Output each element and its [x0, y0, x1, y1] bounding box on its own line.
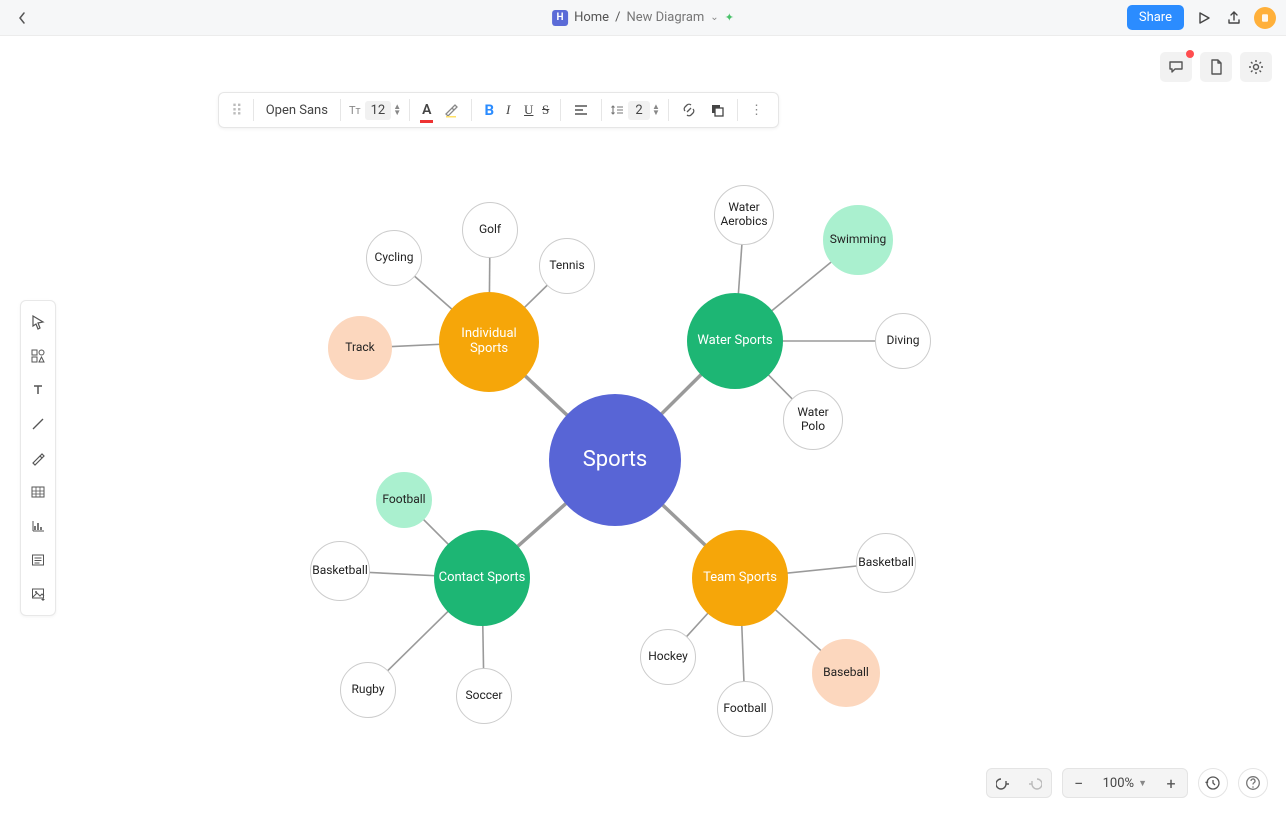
mindmap-node[interactable]: Contact Sports — [434, 530, 530, 626]
zoom-group: − 100%▼ + — [1062, 768, 1188, 798]
user-avatar[interactable] — [1254, 7, 1276, 29]
mindmap-node[interactable]: Hockey — [640, 629, 696, 685]
mindmap-node[interactable]: Tennis — [539, 238, 595, 294]
undo-button[interactable] — [987, 769, 1019, 797]
sync-status-icon: ✦ — [725, 11, 734, 24]
mindmap-node[interactable]: Rugby — [340, 662, 396, 718]
zoom-level[interactable]: 100%▼ — [1095, 776, 1155, 791]
mindmap-node[interactable]: Baseball — [812, 639, 880, 707]
app-badge: H — [552, 10, 568, 26]
mindmap-node[interactable]: Individual Sports — [439, 292, 539, 392]
zoom-in-button[interactable]: + — [1155, 769, 1187, 797]
mindmap-node[interactable]: Cycling — [366, 230, 422, 286]
back-button[interactable] — [10, 6, 34, 30]
mindmap-node[interactable]: Water Polo — [783, 390, 843, 450]
export-icon[interactable] — [1224, 8, 1244, 28]
breadcrumb: H Home / New Diagram ⌄ ✦ — [552, 10, 734, 26]
mindmap-node[interactable]: Basketball — [856, 533, 916, 593]
mindmap-node[interactable]: Track — [328, 316, 392, 380]
mindmap-node[interactable]: Golf — [462, 202, 518, 258]
history-button[interactable] — [1198, 768, 1228, 798]
breadcrumb-separator: / — [615, 10, 620, 25]
help-button[interactable] — [1238, 768, 1268, 798]
mindmap-node[interactable]: Sports — [549, 394, 681, 526]
undo-redo-group — [986, 768, 1052, 798]
top-bar: H Home / New Diagram ⌄ ✦ Share — [0, 0, 1286, 36]
mindmap-node[interactable]: Basketball — [310, 541, 370, 601]
mindmap-node[interactable]: Swimming — [823, 205, 893, 275]
mindmap-node[interactable]: Diving — [875, 313, 931, 369]
zoom-out-button[interactable]: − — [1063, 769, 1095, 797]
canvas[interactable]: Golf Cycling Tennis Track Water Aerobics Swim… — [0, 36, 1286, 816]
mindmap-node[interactable]: Football — [376, 472, 432, 528]
mindmap-node[interactable]: Water Aerobics — [714, 185, 774, 245]
mindmap-node[interactable]: Football — [717, 681, 773, 737]
redo-button[interactable] — [1019, 769, 1051, 797]
home-link[interactable]: Home — [574, 10, 609, 25]
share-button[interactable]: Share — [1127, 5, 1184, 30]
mindmap-node[interactable]: Soccer — [456, 668, 512, 724]
mindmap-node[interactable]: Water Sports — [687, 293, 783, 389]
footer-controls: − 100%▼ + — [986, 768, 1268, 798]
chevron-down-icon[interactable]: ⌄ — [710, 12, 718, 23]
document-name[interactable]: New Diagram — [626, 10, 704, 25]
present-icon[interactable] — [1194, 8, 1214, 28]
mindmap-node[interactable]: Team Sports — [692, 530, 788, 626]
